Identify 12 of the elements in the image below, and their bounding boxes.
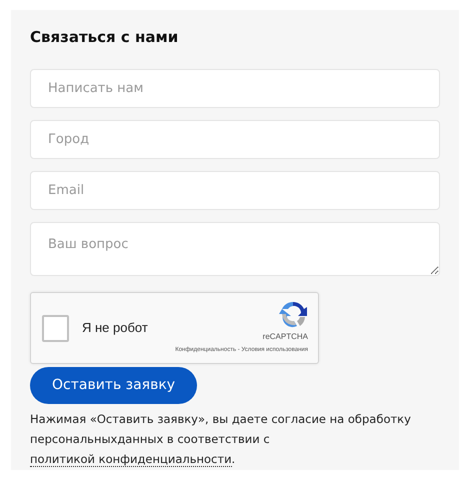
input-field[interactable]: Город (30, 120, 440, 159)
recaptcha-brand: reCAPTCHA (262, 331, 308, 343)
captcha-label: Я не робот (82, 319, 148, 338)
recaptcha-logo-icon (278, 299, 308, 329)
consent-text: Нажимая «Оставить заявку», вы даете согласие на обработку персональныхданных в соответствии с политикой конфиденциальности. (30, 411, 412, 469)
privacy-policy-link[interactable]: политикой конфиденциальности (30, 452, 232, 467)
question-field[interactable]: Ваш вопрос (30, 222, 440, 276)
form-title: Связаться с нами (30, 28, 180, 46)
captcha-checkbox[interactable] (42, 314, 69, 342)
input-field[interactable]: Написать нам (30, 69, 440, 108)
input-field[interactable]: Email (30, 171, 440, 210)
submit-button[interactable]: Оставить заявку (30, 367, 198, 404)
